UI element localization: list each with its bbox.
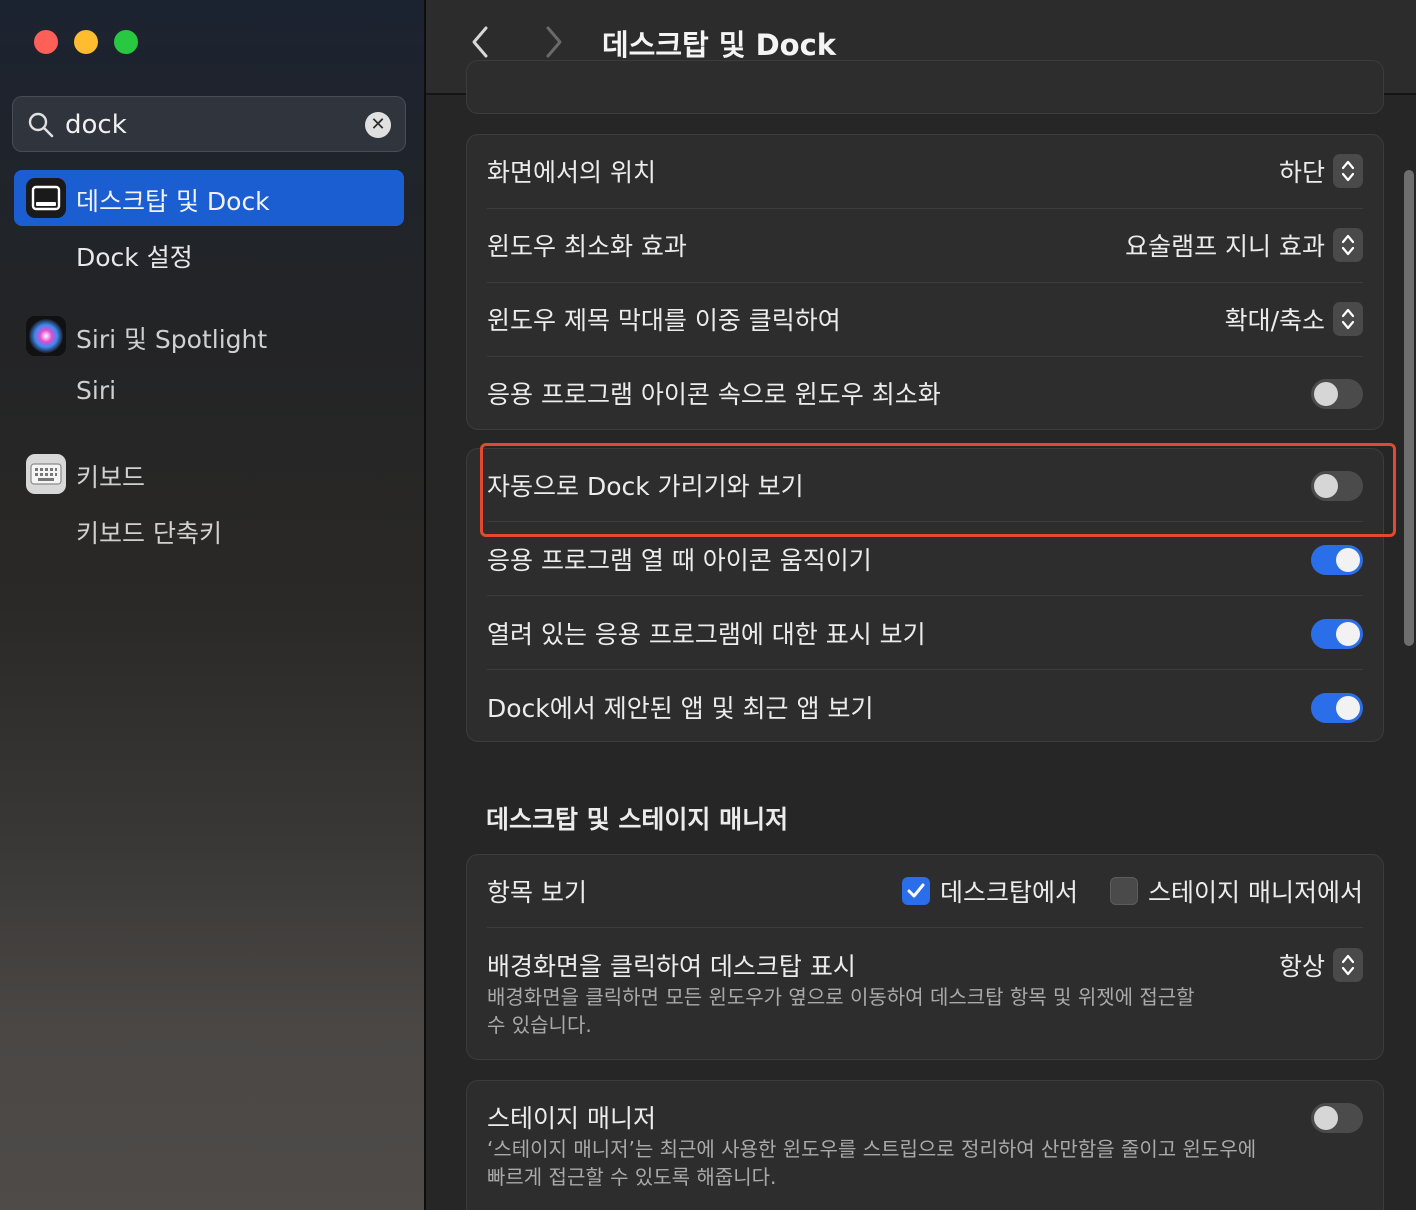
search-icon	[28, 112, 54, 138]
setting-label: 윈도우 최소화 효과	[487, 232, 687, 261]
setting-description: 배경화면을 클릭하면 모든 윈도우가 옆으로 이동하여 데스크탑 항목 및 위젯…	[487, 983, 1195, 1039]
desktop-checkbox[interactable]	[902, 877, 931, 905]
up-down-chevron-icon	[1333, 948, 1363, 982]
description-line: 배경화면을 클릭하면 모든 윈도우가 옆으로 이동하여 데스크탑 항목 및 위젯…	[487, 985, 1195, 1009]
close-window-button[interactable]	[34, 30, 58, 54]
setting-label: Dock에서 제안된 앱 및 최근 앱 보기	[487, 694, 874, 723]
divider	[487, 521, 1363, 522]
divider	[487, 669, 1363, 670]
setting-row-animate-opening: 응용 프로그램 열 때 아이콘 움직이기	[487, 523, 1363, 597]
zoom-window-button[interactable]	[114, 30, 138, 54]
sidebar: ✕ 데스크탑 및 Dock Dock 설정	[0, 0, 424, 1210]
up-down-chevron-icon	[1333, 154, 1363, 188]
section-heading-stage-manager: 데스크탑 및 스테이지 매니저	[486, 805, 789, 834]
sidebar-item-label: Siri 및 Spotlight	[76, 325, 268, 354]
setting-label: 배경화면을 클릭하여 데스크탑 표시	[487, 952, 856, 981]
setting-label: 응용 프로그램 열 때 아이콘 움직이기	[487, 546, 872, 575]
desktop-checkbox-label[interactable]: 데스크탑에서	[940, 873, 1078, 909]
scrollbar-thumb[interactable]	[1404, 170, 1414, 646]
description-line: 수 있습니다.	[487, 1013, 592, 1037]
double-click-popup[interactable]: 확대/축소	[1225, 301, 1363, 337]
autohide-dock-toggle[interactable]	[1311, 471, 1363, 501]
stage-manager-toggle[interactable]	[1311, 1103, 1363, 1133]
stage-manager-checkbox-label[interactable]: 스테이지 매니저에서	[1148, 873, 1363, 909]
popup-value: 요술램프 지니 효과	[1125, 232, 1325, 261]
position-popup[interactable]: 하단	[1279, 153, 1363, 189]
search-field[interactable]: ✕	[12, 96, 406, 152]
sidebar-item-siri-spotlight[interactable]: Siri 및 Spotlight	[14, 308, 404, 364]
setting-row-minimize-into-icon: 응용 프로그램 아이콘 속으로 윈도우 최소화	[487, 357, 1363, 431]
forward-chevron-icon[interactable]	[538, 24, 568, 60]
animate-opening-toggle[interactable]	[1311, 545, 1363, 575]
divider	[487, 595, 1363, 596]
setting-row-autohide: 자동으로 Dock 가리기와 보기	[487, 449, 1363, 523]
stage-manager-checkbox[interactable]	[1110, 877, 1139, 905]
back-chevron-icon[interactable]	[466, 24, 496, 60]
setting-label: 윈도우 제목 막대를 이중 클릭하여	[487, 306, 841, 335]
setting-row-double-click-title: 윈도우 제목 막대를 이중 클릭하여 확대/축소	[487, 283, 1363, 357]
setting-label: 스테이지 매니저	[487, 1104, 656, 1133]
siri-icon	[26, 316, 66, 356]
suggested-apps-toggle[interactable]	[1311, 693, 1363, 723]
divider	[487, 927, 1363, 928]
sidebar-item-label: 데스크탑 및 Dock	[76, 187, 270, 216]
sidebar-subitem-dock-settings[interactable]: Dock 설정	[76, 238, 193, 274]
clear-search-icon[interactable]: ✕	[365, 112, 391, 138]
desktop-stage-card: 항목 보기 데스크탑에서 스테이지 매니저에서 배경화면을 클릭하여 데스크탑 …	[466, 854, 1384, 1060]
main-pane: 데스크탑 및 Dock 화면에서의 위치 하단 윈도우 최소화 효과 요술램프 …	[426, 0, 1416, 1210]
setting-row-position: 화면에서의 위치 하단	[487, 135, 1363, 209]
setting-label: 항목 보기	[487, 878, 587, 907]
setting-row-show-items: 항목 보기 데스크탑에서 스테이지 매니저에서	[487, 855, 1363, 929]
show-items-options: 데스크탑에서 스테이지 매니저에서	[902, 873, 1363, 909]
click-wallpaper-popup[interactable]: 항상	[1279, 947, 1363, 983]
description-line: 빠르게 접근할 수 있도록 해줍니다.	[487, 1165, 777, 1189]
stage-manager-card: 스테이지 매니저 ‘스테이지 매니저’는 최근에 사용한 윈도우를 스트립으로 …	[466, 1080, 1384, 1210]
sidebar-item-keyboard[interactable]: 키보드	[14, 446, 404, 502]
sidebar-item-label: 키보드	[76, 463, 146, 492]
sidebar-subitem-keyboard-shortcuts[interactable]: 키보드 단축키	[76, 514, 222, 550]
previous-card	[466, 60, 1384, 114]
setting-row-show-indicators: 열려 있는 응용 프로그램에 대한 표시 보기	[487, 597, 1363, 671]
description-line: ‘스테이지 매니저’는 최근에 사용한 윈도우를 스트립으로 정리하여 산만함을…	[487, 1137, 1257, 1161]
popup-value: 하단	[1278, 158, 1325, 187]
popup-value: 항상	[1278, 952, 1325, 981]
up-down-chevron-icon	[1333, 302, 1363, 336]
popup-value: 확대/축소	[1224, 306, 1325, 335]
sidebar-item-desktop-dock[interactable]: 데스크탑 및 Dock	[14, 170, 404, 226]
setting-label: 열려 있는 응용 프로그램에 대한 표시 보기	[487, 620, 926, 649]
sidebar-subitem-siri[interactable]: Siri	[76, 376, 116, 405]
desktop-dock-icon	[26, 178, 66, 218]
search-input[interactable]	[65, 105, 355, 145]
minimize-window-button[interactable]	[74, 30, 98, 54]
minimize-into-icon-toggle[interactable]	[1311, 379, 1363, 409]
page-title: 데스크탑 및 Dock	[602, 28, 837, 62]
setting-row-suggested-apps: Dock에서 제안된 앱 및 최근 앱 보기	[487, 671, 1363, 745]
keyboard-icon	[26, 454, 66, 494]
show-indicators-toggle[interactable]	[1311, 619, 1363, 649]
setting-label: 자동으로 Dock 가리기와 보기	[487, 472, 804, 501]
dock-settings-card: 화면에서의 위치 하단 윈도우 최소화 효과 요술램프 지니 효과 윈도우 제목…	[466, 134, 1384, 430]
setting-label: 화면에서의 위치	[487, 158, 656, 187]
setting-label: 응용 프로그램 아이콘 속으로 윈도우 최소화	[487, 380, 941, 409]
minimize-effect-popup[interactable]: 요술램프 지니 효과	[1125, 227, 1363, 263]
up-down-chevron-icon	[1333, 228, 1363, 262]
dock-behavior-card: 자동으로 Dock 가리기와 보기 응용 프로그램 열 때 아이콘 움직이기 열…	[466, 448, 1384, 742]
setting-description: ‘스테이지 매니저’는 최근에 사용한 윈도우를 스트립으로 정리하여 산만함을…	[487, 1135, 1256, 1191]
setting-row-minimize-effect: 윈도우 최소화 효과 요술램프 지니 효과	[487, 209, 1363, 283]
